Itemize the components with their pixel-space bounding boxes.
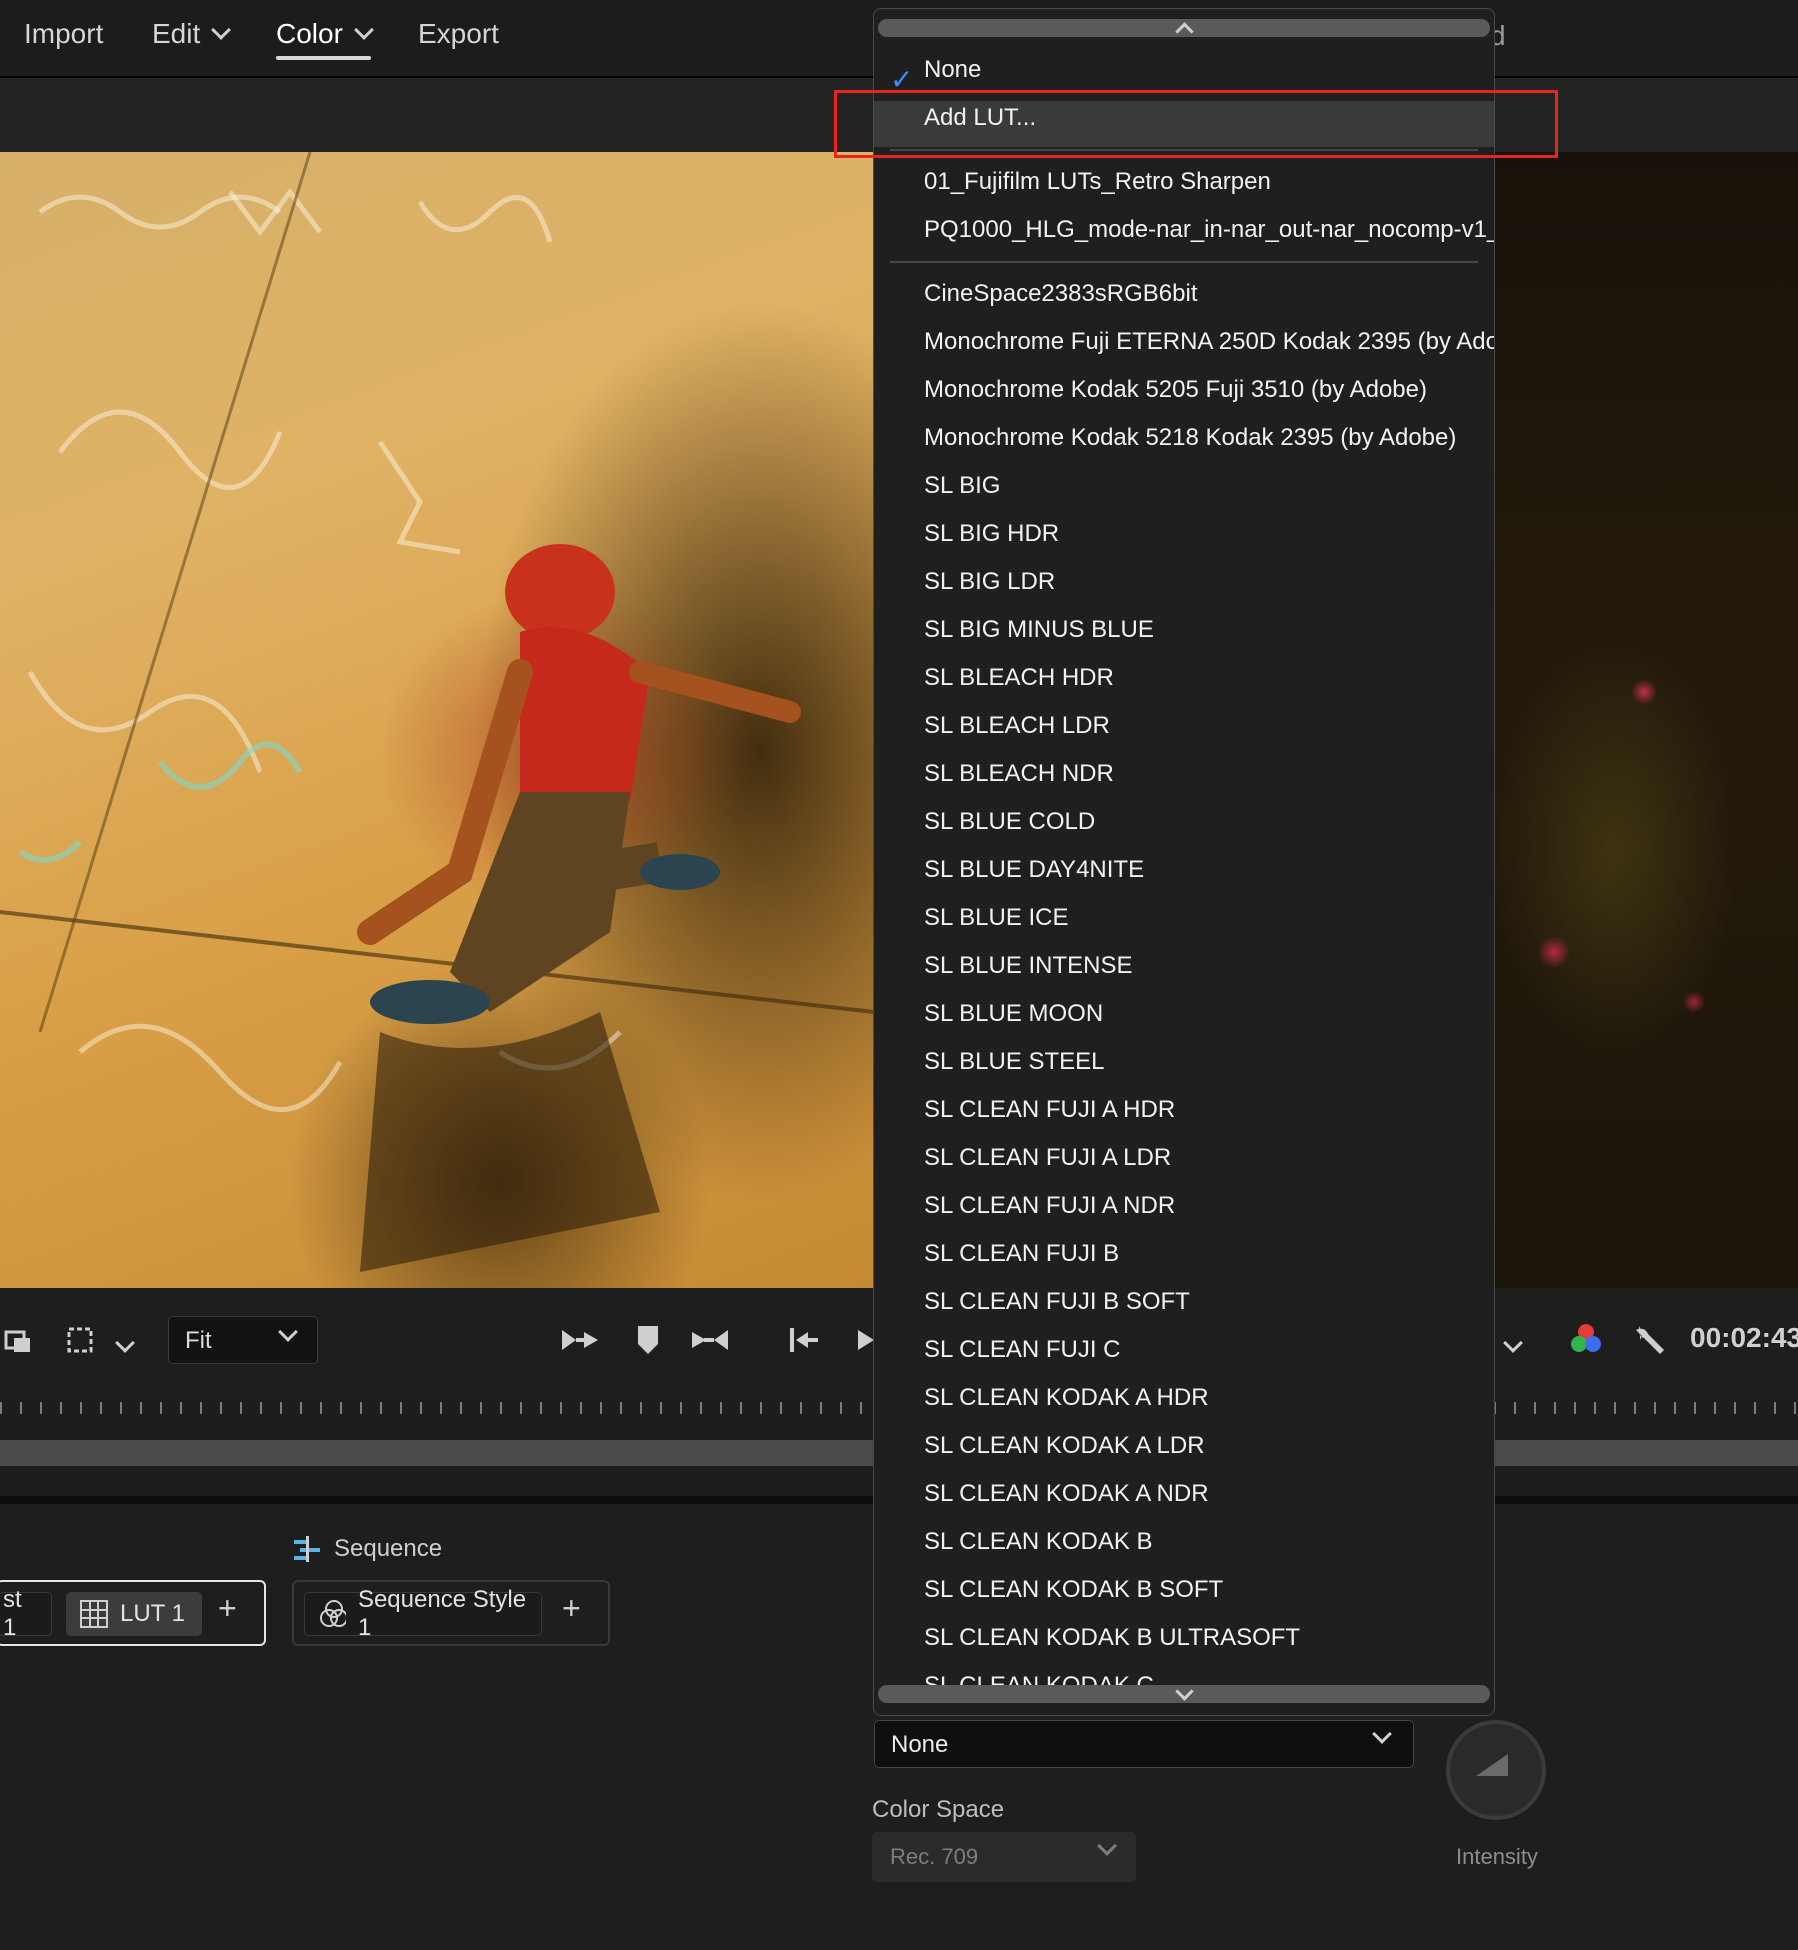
menu-separator	[890, 261, 1478, 263]
add-sequence-effect-button[interactable]: +	[562, 1590, 581, 1627]
recent-lut-option[interactable]: PQ1000_HLG_mode-nar_in-nar_out-nar_nocom…	[924, 215, 1494, 245]
intensity-knob[interactable]	[1446, 1720, 1546, 1820]
lut-dropdown-menu: ✓ None Add LUT... 01_Fujifilm LUTs_Retro…	[873, 8, 1495, 1716]
lut-option[interactable]: SL CLEAN KODAK B ULTRASOFT	[924, 1623, 1300, 1653]
lut-select[interactable]: None	[874, 1720, 1414, 1768]
menu-edit[interactable]: Edit	[152, 18, 232, 50]
lut-option[interactable]: Monochrome Fuji ETERNA 250D Kodak 2395 (…	[924, 327, 1494, 357]
program-monitor-frame-right	[1494, 152, 1798, 1288]
scroll-up-button[interactable]	[878, 19, 1490, 41]
lut-option[interactable]: SL CLEAN KODAK A NDR	[924, 1479, 1209, 1509]
program-monitor-frame	[0, 152, 874, 1288]
sequence-style-chip[interactable]: Sequence Style 1	[304, 1586, 542, 1641]
lut-option[interactable]: SL BLEACH HDR	[924, 663, 1114, 693]
lut-option[interactable]: SL CLEAN FUJI A NDR	[924, 1191, 1175, 1221]
chevron-down-icon	[211, 20, 232, 40]
chevron-down-icon[interactable]	[1503, 1326, 1523, 1357]
effect-chip-partial[interactable]: st 1	[0, 1586, 52, 1641]
color-space-select[interactable]: Rec. 709	[872, 1832, 1136, 1882]
color-space-label: Color Space	[872, 1796, 1005, 1823]
sequence-heading: Sequence	[292, 1534, 442, 1564]
time-ruler-right[interactable]	[1494, 1390, 1798, 1416]
add-marker-icon[interactable]	[634, 1322, 662, 1365]
lut-option[interactable]: SL BLUE MOON	[924, 999, 1103, 1029]
lut-option[interactable]: SL BLUE DAY4NITE	[924, 855, 1144, 885]
annotation-highlight-box	[834, 90, 1558, 158]
scroll-down-button[interactable]	[878, 1682, 1490, 1703]
lut-option[interactable]: SL BLUE INTENSE	[924, 951, 1133, 981]
lut-option[interactable]: SL BIG HDR	[924, 519, 1059, 549]
video-frame-illustration	[0, 152, 874, 1272]
playhead-timecode: 00:02:43	[1690, 1322, 1798, 1353]
intensity-label: Intensity	[1456, 1844, 1538, 1869]
chevron-down-icon	[354, 20, 374, 40]
lut-option[interactable]: SL CLEAN FUJI B	[924, 1239, 1119, 1269]
color-circles-icon	[320, 1600, 346, 1627]
lut-option[interactable]: SL CLEAN KODAK A HDR	[924, 1383, 1209, 1413]
chevron-down-icon	[1372, 1724, 1392, 1744]
transform-icon[interactable]	[64, 1324, 96, 1363]
lut-option-none[interactable]: None	[924, 55, 981, 85]
menu-export[interactable]: Export	[418, 18, 499, 50]
lut-option[interactable]: SL BLEACH NDR	[924, 759, 1114, 789]
lut-option[interactable]: Monochrome Kodak 5218 Kodak 2395 (by Ado…	[924, 423, 1456, 453]
add-effect-button[interactable]: +	[218, 1590, 237, 1627]
chevron-down-icon	[278, 1322, 298, 1342]
lut-option[interactable]: SL CLEAN FUJI B SOFT	[924, 1287, 1190, 1317]
lut-option[interactable]: SL CLEAN FUJI C	[924, 1335, 1121, 1365]
lut-option[interactable]: SL BLUE ICE	[924, 903, 1069, 933]
lut-option[interactable]: SL CLEAN KODAK B SOFT	[924, 1575, 1223, 1605]
clip-effects-group: st 1 LUT 1 +	[0, 1580, 266, 1646]
lut-option[interactable]: SL BIG LDR	[924, 567, 1055, 597]
zoom-fit-select[interactable]: Fit	[168, 1316, 318, 1364]
lut-option[interactable]: SL CLEAN KODAK B	[924, 1527, 1153, 1557]
lut-option[interactable]: SL CLEAN KODAK A LDR	[924, 1431, 1205, 1461]
lut-chip[interactable]: LUT 1	[66, 1592, 202, 1636]
color-wheels-icon[interactable]	[1568, 1322, 1604, 1365]
lut-option[interactable]: SL CLEAN FUJI A HDR	[924, 1095, 1175, 1125]
lut-option[interactable]: SL BLUE STEEL	[924, 1047, 1105, 1077]
sequence-effects-group: Sequence Style 1 +	[292, 1580, 610, 1646]
chevron-up-icon	[1175, 22, 1194, 41]
safe-margins-icon[interactable]	[4, 1326, 32, 1361]
lut-option[interactable]: SL BLEACH LDR	[924, 711, 1110, 741]
chevron-down-icon[interactable]	[115, 1326, 135, 1357]
lut-option[interactable]: SL BLUE COLD	[924, 807, 1095, 837]
recent-lut-option[interactable]: 01_Fujifilm LUTs_Retro Sharpen	[924, 167, 1271, 197]
grid-icon	[80, 1600, 108, 1628]
sequence-icon	[294, 1536, 320, 1562]
lut-option[interactable]: SL BIG	[924, 471, 1000, 501]
time-ruler[interactable]	[0, 1390, 874, 1416]
intensity-indicator-icon	[1476, 1754, 1508, 1776]
mark-in-icon[interactable]	[560, 1326, 600, 1361]
menu-import[interactable]: Import	[24, 18, 103, 50]
lut-option[interactable]: SL BIG MINUS BLUE	[924, 615, 1154, 645]
lut-option[interactable]: SL CLEAN FUJI A LDR	[924, 1143, 1171, 1173]
lut-option[interactable]: CineSpace2383sRGB6bit	[924, 279, 1198, 309]
wrench-icon[interactable]	[1632, 1322, 1668, 1365]
mark-out-icon[interactable]	[690, 1326, 730, 1361]
chevron-down-icon	[1175, 1682, 1194, 1701]
lut-option[interactable]: Monochrome Kodak 5205 Fuji 3510 (by Adob…	[924, 375, 1427, 405]
menu-color[interactable]: Color	[276, 18, 374, 60]
chevron-down-icon	[1097, 1836, 1117, 1856]
go-to-in-icon[interactable]	[788, 1326, 820, 1361]
